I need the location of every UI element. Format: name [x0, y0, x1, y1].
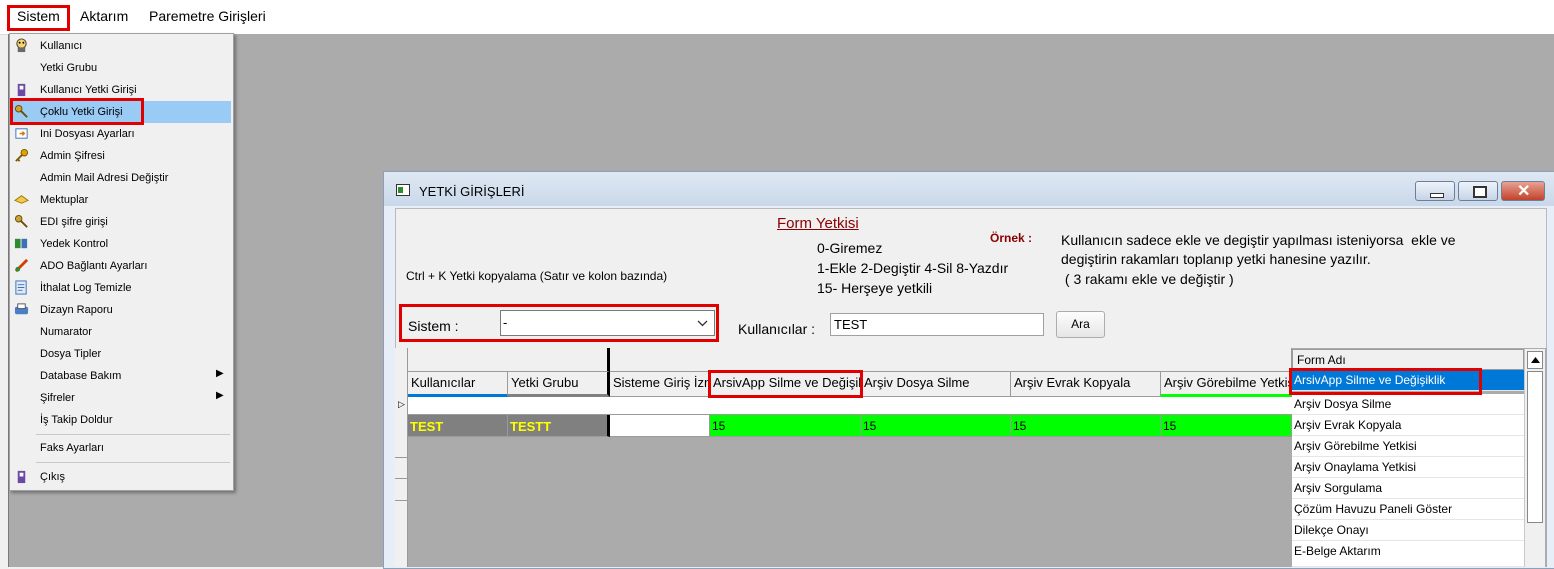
maximize-icon	[1473, 186, 1487, 198]
letter-icon	[14, 195, 29, 204]
menu-item-faks-ayarlari[interactable]: Faks Ayarları	[10, 437, 233, 459]
form-list-item[interactable]: Arşiv Evrak Kopyala	[1292, 415, 1524, 436]
menu-item-yetki-grubu[interactable]: Yetki Grubu	[10, 57, 233, 79]
cell-arsivapp-silme[interactable]: 15	[710, 415, 861, 437]
row-divider	[395, 478, 408, 479]
highlight-coklu-yetki	[10, 98, 144, 125]
current-row-icon: ▷	[398, 399, 405, 409]
form-list-scrollbar[interactable]	[1524, 349, 1545, 567]
form-yetkisi-title: Form Yetkisi	[777, 215, 859, 232]
edi-key-icon	[14, 214, 28, 228]
copy-hint: Ctrl + K Yetki kopyalama (Satır ve kolon…	[406, 269, 668, 283]
cell-arsiv-gorebilme[interactable]: 15	[1161, 415, 1292, 437]
cell-sisteme-giris[interactable]	[610, 415, 710, 437]
menu-separator	[36, 434, 230, 435]
menu-item-dizayn-raporu[interactable]: Dizayn Raporu	[10, 299, 233, 321]
form-list-item[interactable]: Arşiv Onaylama Yetkisi	[1292, 457, 1524, 478]
menu-item-dosya-tipler[interactable]: Dosya Tipler	[10, 343, 233, 365]
menu-item-admin-sifresi[interactable]: Admin Şifresi	[10, 145, 233, 167]
submenu-arrow-icon: ▶	[216, 368, 224, 379]
menu-item-edi-sifre-girisi[interactable]: EDI şifre girişi	[10, 211, 233, 233]
highlight-sistem-menu	[7, 5, 70, 31]
menu-item-kullanici[interactable]: Kullanıcı	[10, 35, 233, 57]
menu-separator	[36, 462, 230, 463]
close-button[interactable]: ✕	[1501, 181, 1545, 201]
form-list-item[interactable]: Arşiv Sorgulama	[1292, 478, 1524, 499]
menu-item-mektuplar[interactable]: Mektuplar	[10, 189, 233, 211]
close-icon: ✕	[1517, 183, 1531, 200]
menu-item-admin-mail[interactable]: Admin Mail Adresi Değiştir	[10, 167, 233, 189]
minimize-button[interactable]	[1415, 181, 1455, 201]
ornek-label: Örnek :	[990, 231, 1033, 245]
menu-item-ithalat-log-temizle[interactable]: İthalat Log Temizle	[10, 277, 233, 299]
ini-file-icon	[15, 128, 28, 139]
column-header-yetki-grubu[interactable]: Yetki Grubu	[508, 372, 610, 397]
ara-button[interactable]: Ara	[1056, 311, 1105, 338]
kullanicilar-label: Kullanıcılar :	[738, 321, 816, 337]
submenu-arrow-icon: ▶	[216, 390, 224, 401]
minimize-icon	[1430, 193, 1444, 198]
connection-icon	[14, 258, 29, 273]
menu-item-is-takip-doldur[interactable]: İş Takip Doldur	[10, 409, 233, 431]
column-header-arsiv-gorebilme[interactable]: Arşiv Görebilme Yetkisi	[1161, 372, 1292, 397]
maximize-button[interactable]	[1458, 181, 1498, 201]
menu-parametre-girisleri[interactable]: Paremetre Girişleri	[149, 8, 266, 24]
column-header-arsiv-dosya-silme[interactable]: Arşiv Dosya Silme	[861, 372, 1011, 397]
form-list-item[interactable]: E-Belge Aktarım	[1292, 541, 1524, 567]
column-header-arsiv-evrak-kopyala[interactable]: Arşiv Evrak Kopyala	[1011, 372, 1161, 397]
example-line-2: degiştirin rakamları toplanıp yetki hane…	[1061, 251, 1371, 267]
legend-line-1: 0-Giremez	[817, 240, 883, 256]
legend-line-2: 1-Ekle 2-Degiştir 4-Sil 8-Yazdır	[817, 260, 1009, 276]
menu-item-ini-dosyasi-ayarlari[interactable]: Ini Dosyası Ayarları	[10, 123, 233, 145]
form-list-header[interactable]: Form Adı	[1292, 349, 1524, 370]
highlight-sistem-select	[399, 304, 719, 342]
header-band-permissions	[610, 348, 1292, 372]
example-line-3: ( 3 rakamı ekle ve değiştir )	[1061, 271, 1234, 287]
user-key-icon	[17, 83, 26, 97]
column-header-kullanicilar[interactable]: Kullanıcılar	[408, 372, 508, 397]
example-line-1: Kullanıcın sadece ekle ve degiştir yapıl…	[1061, 232, 1456, 248]
kullanicilar-input-value: TEST	[834, 317, 868, 332]
form-list-item[interactable]: Çözüm Havuzu Paneli Göster	[1292, 499, 1524, 520]
menu-item-database-bakim[interactable]: Database Bakım ▶	[10, 365, 233, 387]
cell-kullanici[interactable]: TEST	[408, 415, 508, 437]
row-divider	[395, 500, 408, 501]
highlight-form-list-selection	[1289, 368, 1482, 395]
kullanicilar-input[interactable]: TEST	[830, 313, 1044, 336]
window-title: YETKİ GİRİŞLERİ	[419, 184, 525, 199]
menu-item-ado-baglanti[interactable]: ADO Bağlantı Ayarları	[10, 255, 233, 277]
form-list-item[interactable]: Dilekçe Onayı	[1292, 520, 1524, 541]
form-list-item[interactable]: Arşiv Dosya Silme	[1292, 394, 1524, 415]
menu-item-yedek-kontrol[interactable]: Yedek Kontrol	[10, 233, 233, 255]
cell-yetki-grubu[interactable]: TESTT	[508, 415, 610, 437]
header-band-fixed	[408, 348, 610, 372]
cell-arsiv-evrak-kopyala[interactable]: 15	[1011, 415, 1161, 437]
arrow-up-icon	[1531, 357, 1540, 363]
exit-icon	[17, 470, 26, 484]
menu-aktarim[interactable]: Aktarım	[80, 8, 128, 24]
row-divider	[395, 457, 408, 458]
scroll-thumb[interactable]	[1527, 371, 1543, 523]
menu-item-cikis[interactable]: Çıkış	[10, 466, 233, 488]
highlight-arsivapp-column	[708, 370, 863, 398]
user-icon	[16, 38, 27, 53]
backup-icon	[14, 238, 28, 249]
menu-item-numarator[interactable]: Numarator	[10, 321, 233, 343]
column-header-sisteme-giris-izni[interactable]: Sisteme Giriş İzni	[610, 372, 710, 397]
window-titlebar[interactable]: YETKİ GİRİŞLERİ	[384, 172, 1554, 206]
form-list-item[interactable]: Arşiv Görebilme Yetkisi	[1292, 436, 1524, 457]
scroll-up-button[interactable]	[1527, 351, 1543, 369]
key-icon	[15, 148, 29, 162]
clean-log-icon	[15, 280, 27, 295]
cell-arsiv-dosya-silme[interactable]: 15	[861, 415, 1011, 437]
new-row[interactable]	[408, 397, 1292, 415]
report-icon	[14, 303, 29, 315]
menu-item-sifreler[interactable]: Şifreler ▶	[10, 387, 233, 409]
legend-line-3: 15- Herşeye yetkili	[817, 280, 933, 296]
window-icon	[396, 184, 410, 196]
menu-bar: Sistem Aktarım Paremetre Girişleri	[0, 0, 1554, 35]
